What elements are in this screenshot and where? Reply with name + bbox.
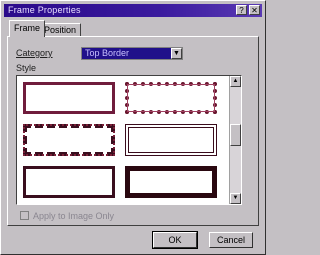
frame-style-option[interactable] — [125, 124, 217, 156]
title-bar[interactable]: Frame Properties ? ✕ — [4, 4, 262, 17]
cancel-button[interactable]: Cancel — [209, 232, 253, 248]
category-select[interactable]: Top Border ▼ — [81, 47, 183, 60]
ok-button[interactable]: OK — [152, 231, 198, 249]
frame-style-option[interactable] — [125, 166, 217, 198]
tab-position[interactable]: Position — [39, 23, 82, 36]
scroll-up-icon[interactable]: ▲ — [230, 76, 241, 87]
frame-style-list[interactable]: ▲ ▼ — [16, 75, 242, 205]
window-title: Frame Properties — [8, 5, 81, 15]
frame-style-option[interactable] — [125, 82, 217, 114]
help-button[interactable]: ? — [236, 5, 247, 15]
style-label: Style — [16, 63, 37, 73]
vertical-scrollbar[interactable]: ▲ ▼ — [229, 76, 241, 204]
close-button[interactable]: ✕ — [249, 5, 260, 15]
frame-style-option[interactable] — [23, 82, 115, 114]
scroll-down-icon[interactable]: ▼ — [230, 193, 241, 204]
frame-style-option[interactable] — [23, 124, 115, 156]
apply-checkbox[interactable] — [20, 211, 29, 220]
frame-style-option[interactable] — [23, 166, 115, 198]
category-value: Top Border — [85, 48, 130, 58]
scroll-thumb[interactable] — [230, 124, 241, 146]
frame-tab-panel: Category Top Border ▼ Style ▲ ▼ Apply to… — [7, 36, 259, 226]
apply-checkbox-label: Apply to Image Only — [33, 211, 115, 221]
tab-frame[interactable]: Frame — [9, 20, 46, 37]
frame-properties-dialog: Frame Properties ? ✕ Frame Position Cate… — [0, 0, 266, 255]
chevron-down-icon[interactable]: ▼ — [171, 48, 182, 59]
category-label: Category — [16, 48, 53, 58]
